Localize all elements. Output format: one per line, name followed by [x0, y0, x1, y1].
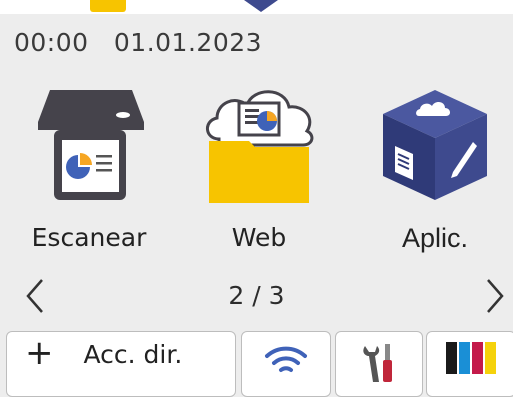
wifi-icon — [265, 346, 307, 372]
chevron-right-icon[interactable] — [480, 276, 510, 316]
scanner-icon — [14, 82, 164, 208]
tools-icon — [363, 344, 392, 382]
tile-scan-label: Escanear — [31, 223, 147, 252]
ink-cartridges-icon — [445, 342, 497, 378]
page-navigator: 2 / 3 — [0, 276, 513, 316]
time-text: 00:00 — [14, 28, 89, 57]
web-folder-icon — [184, 82, 334, 208]
tile-scan[interactable]: Escanear — [14, 82, 164, 264]
tile-apps[interactable]: Aplic. — [360, 82, 510, 264]
settings-button[interactable] — [335, 331, 423, 397]
date-time-display: 00:00 01.01.2023 — [14, 28, 262, 57]
bottom-toolbar: + Acc. dir. — [0, 331, 513, 397]
shortcut-button[interactable]: + Acc. dir. — [6, 331, 236, 397]
partial-tile-icon — [244, 0, 278, 12]
wifi-button[interactable] — [241, 331, 331, 397]
ink-button[interactable] — [426, 331, 513, 397]
apps-cube-icon — [360, 82, 510, 208]
tile-web-label: Web — [231, 223, 287, 252]
shortcut-label: Acc. dir. — [83, 340, 183, 369]
partial-tile-icon — [90, 0, 126, 12]
tile-apps-label: Aplic. — [401, 223, 469, 253]
page-indicator: 2 / 3 — [228, 281, 285, 310]
plus-icon: + — [25, 333, 54, 373]
date-text: 01.01.2023 — [113, 28, 263, 57]
top-strip-fragment — [0, 0, 513, 14]
tile-web[interactable]: Web — [184, 82, 334, 264]
